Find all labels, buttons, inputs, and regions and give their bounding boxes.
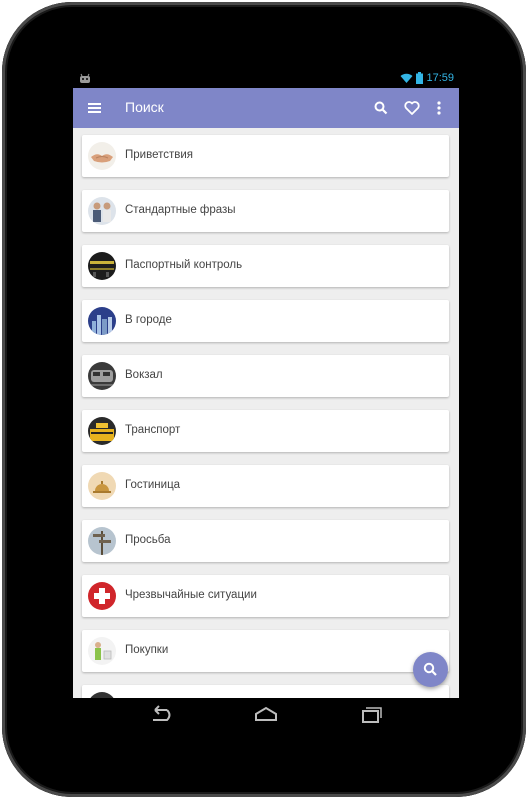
handshake-icon bbox=[88, 142, 116, 170]
status-bar: 17:59 bbox=[73, 70, 459, 88]
search-fab[interactable] bbox=[413, 652, 448, 687]
train-icon bbox=[88, 362, 116, 390]
wifi-icon bbox=[400, 73, 413, 83]
app-bar: Поиск bbox=[73, 88, 459, 128]
signpost-icon bbox=[88, 527, 116, 555]
list-item[interactable]: Чрезвычайные ситуации bbox=[82, 575, 449, 617]
list-item[interactable]: Транспорт bbox=[82, 410, 449, 452]
city-skyline-icon bbox=[88, 307, 116, 335]
navigation-bar bbox=[73, 698, 459, 732]
search-icon bbox=[423, 662, 437, 676]
hotel-bell-icon bbox=[88, 472, 116, 500]
list-item-label: Просьба bbox=[125, 534, 171, 546]
list-item-label: Приветствия bbox=[125, 149, 193, 161]
list-item[interactable]: Стандартные фразы bbox=[82, 190, 449, 232]
list-item[interactable]: Приветствия bbox=[82, 135, 449, 177]
page-title: Поиск bbox=[125, 99, 164, 115]
list-item-label: Гостиница bbox=[125, 479, 181, 491]
recents-icon[interactable] bbox=[357, 704, 383, 726]
list-item[interactable]: Паспортный контроль bbox=[82, 245, 449, 287]
battery-icon bbox=[416, 72, 424, 84]
people-talking-icon bbox=[88, 197, 116, 225]
list-item[interactable]: Гостиница bbox=[82, 465, 449, 507]
status-time: 17:59 bbox=[426, 72, 454, 84]
list-item[interactable]: Просьба bbox=[82, 520, 449, 562]
heart-outline-icon[interactable] bbox=[402, 98, 422, 118]
list-item[interactable]: Покупки bbox=[82, 630, 449, 672]
screen: 17:59 Поиск Приветствия Стандартные фраз… bbox=[73, 70, 459, 698]
list-item-label: Покупки bbox=[125, 644, 169, 656]
list-item[interactable] bbox=[82, 685, 449, 698]
red-cross-icon bbox=[88, 582, 116, 610]
list-item[interactable]: В городе bbox=[82, 300, 449, 342]
list-item[interactable]: Вокзал bbox=[82, 355, 449, 397]
list-item-label: Вокзал bbox=[125, 369, 163, 381]
passport-control-icon bbox=[88, 252, 116, 280]
list-item-label: Транспорт bbox=[125, 424, 181, 436]
shopping-icon bbox=[88, 637, 116, 665]
search-icon[interactable] bbox=[371, 98, 391, 118]
hamburger-icon[interactable] bbox=[85, 98, 105, 118]
list-item-label: Чрезвычайные ситуации bbox=[125, 589, 257, 601]
android-icon bbox=[80, 73, 90, 83]
list-item-label: В городе bbox=[125, 314, 172, 326]
list-item-label: Паспортный контроль bbox=[125, 259, 243, 271]
taxi-icon bbox=[88, 417, 116, 445]
back-icon[interactable] bbox=[147, 704, 173, 726]
more-vert-icon[interactable] bbox=[429, 98, 449, 118]
list-item-label: Стандартные фразы bbox=[125, 204, 236, 216]
home-icon[interactable] bbox=[253, 704, 279, 726]
